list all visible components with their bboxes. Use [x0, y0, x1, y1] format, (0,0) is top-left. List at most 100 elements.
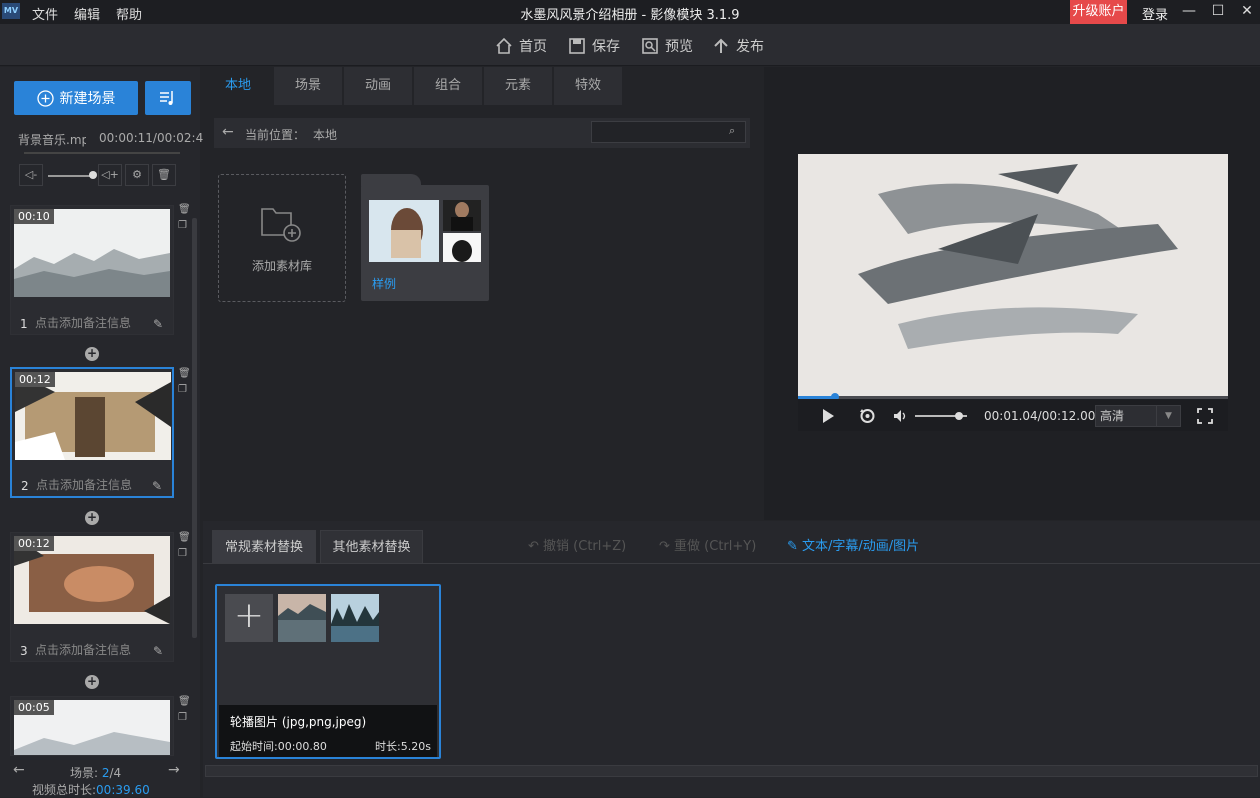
- insert-scene-button[interactable]: +: [85, 675, 99, 689]
- music-progress-bar[interactable]: [24, 152, 180, 154]
- insert-scene-button[interactable]: +: [85, 511, 99, 525]
- tab-regular-replace[interactable]: 常规素材替换: [212, 530, 316, 564]
- scene-card-3[interactable]: 00:12 3 点击添加备注信息 ✎: [10, 532, 174, 662]
- fullscreen-icon[interactable]: [1197, 408, 1213, 424]
- redo-label: 重做 (Ctrl+Y): [674, 539, 757, 554]
- tab-other-replace[interactable]: 其他素材替换: [320, 530, 423, 564]
- undo-button[interactable]: ↶ 撤销 (Ctrl+Z): [528, 535, 626, 554]
- scene-list-scrollbar[interactable]: [192, 218, 197, 638]
- horizontal-scrollbar[interactable]: [205, 765, 1258, 777]
- play-icon[interactable]: [821, 408, 835, 424]
- music-volume-knob[interactable]: [89, 171, 97, 179]
- insert-scene-button[interactable]: +: [85, 347, 99, 361]
- upgrade-account-button[interactable]: 升级账户: [1070, 0, 1127, 24]
- search-icon[interactable]: ⌕: [729, 124, 735, 138]
- publish-label: 发布: [736, 39, 764, 55]
- next-scene-arrow-icon[interactable]: →: [168, 762, 180, 778]
- player-volume-slider[interactable]: [915, 412, 967, 420]
- volume-down-icon: ◁-: [24, 168, 38, 181]
- add-image-button[interactable]: +: [225, 594, 273, 642]
- tab-elements[interactable]: 元素: [484, 67, 552, 105]
- new-scene-button[interactable]: 新建场景: [14, 81, 138, 115]
- total-duration-value: 00:39.60: [96, 783, 150, 797]
- edit-icon[interactable]: ✎: [153, 317, 163, 331]
- copy-scene-icon[interactable]: ❐: [178, 548, 188, 559]
- delete-scene-icon[interactable]: 🗑: [178, 532, 191, 543]
- volume-up-button[interactable]: ◁+: [98, 164, 122, 186]
- quality-select[interactable]: 高清 ▼: [1095, 405, 1181, 427]
- music-filename: 背景音乐.mp3: [18, 133, 86, 147]
- tab-effects[interactable]: 特效: [554, 67, 622, 105]
- scene-note-input[interactable]: 点击添加备注信息: [36, 476, 132, 493]
- video-time: 00:01.04/00:12.00: [984, 409, 1096, 423]
- tab-local[interactable]: 本地: [204, 67, 272, 105]
- edit-icon[interactable]: ✎: [152, 479, 162, 493]
- volume-icon[interactable]: [893, 409, 909, 423]
- login-link[interactable]: 登录: [1142, 4, 1168, 23]
- save-button[interactable]: 保存: [568, 36, 620, 56]
- divider: [203, 563, 1260, 564]
- volume-down-button[interactable]: ◁-: [19, 164, 43, 186]
- preview-button[interactable]: 预览: [641, 36, 693, 56]
- total-duration-label: 视频总时长:: [32, 783, 97, 797]
- copy-scene-icon[interactable]: ❐: [178, 384, 188, 395]
- slot-image-2[interactable]: [331, 594, 379, 642]
- path-value: 本地: [313, 128, 338, 142]
- asset-search-input[interactable]: [591, 121, 746, 143]
- text-tool-button[interactable]: ✎ 文本/字幕/动画/图片: [787, 535, 919, 554]
- gear-icon: ⚙: [132, 168, 142, 181]
- scene-counter-label: 场景:: [70, 766, 99, 780]
- copy-scene-icon[interactable]: ❐: [178, 712, 188, 723]
- preview-label: 预览: [665, 39, 693, 55]
- slot-title: 轮播图片 (jpg,png,jpeg): [230, 715, 367, 729]
- scene-card-2[interactable]: 00:12 2 点击添加备注信息 ✎: [10, 367, 174, 498]
- undo-label: 撤销 (Ctrl+Z): [543, 539, 627, 554]
- music-delete-button[interactable]: 🗑: [152, 164, 176, 186]
- scene-number: 1: [20, 317, 28, 331]
- text-tool-label: 文本/字幕/动画/图片: [802, 539, 920, 554]
- publish-button[interactable]: 发布: [712, 36, 764, 56]
- tab-combo[interactable]: 组合: [414, 67, 482, 105]
- close-button[interactable]: ✕: [1232, 0, 1260, 24]
- scene-duration: 00:10: [14, 209, 54, 224]
- folder-thumbnail: [369, 200, 439, 262]
- music-settings-gear[interactable]: ⚙: [125, 164, 149, 186]
- scene-note-input[interactable]: 点击添加备注信息: [35, 314, 131, 331]
- slot-duration: 时长:5.20s: [375, 740, 431, 753]
- scene-duration: 00:12: [14, 536, 54, 551]
- add-library-label: 添加素材库: [251, 259, 312, 273]
- music-settings-button[interactable]: [145, 81, 191, 115]
- prev-scene-arrow-icon[interactable]: ←: [13, 762, 25, 778]
- delete-scene-icon[interactable]: 🗑: [178, 696, 191, 707]
- main-toolbar: [0, 24, 1260, 66]
- tab-animation[interactable]: 动画: [344, 67, 412, 105]
- redo-button[interactable]: ↷ 重做 (Ctrl+Y): [659, 535, 756, 554]
- upload-icon: [714, 38, 728, 53]
- scene-card-4[interactable]: 00:05: [10, 696, 174, 756]
- minimize-button[interactable]: —: [1174, 0, 1204, 24]
- copy-scene-icon[interactable]: ❐: [178, 220, 188, 231]
- video-preview[interactable]: [798, 154, 1228, 396]
- music-volume-slider[interactable]: [48, 175, 94, 177]
- pencil-icon: ✎: [787, 539, 798, 554]
- path-label: 当前位置：: [245, 128, 306, 142]
- maximize-button[interactable]: ☐: [1203, 0, 1233, 24]
- folder-thumbnail: [443, 233, 481, 262]
- back-arrow-icon[interactable]: ←: [222, 124, 234, 140]
- chevron-down-icon: ▼: [1156, 406, 1180, 426]
- scene-note-input[interactable]: 点击添加备注信息: [35, 641, 131, 658]
- scene-duration: 00:12: [15, 372, 55, 387]
- delete-scene-icon[interactable]: 🗑: [178, 368, 191, 379]
- delete-scene-icon[interactable]: 🗑: [178, 204, 191, 215]
- scene-card-1[interactable]: 00:10 1 点击添加备注信息 ✎: [10, 205, 174, 335]
- scene-number: 2: [21, 479, 29, 493]
- slot-image-1[interactable]: [278, 594, 326, 642]
- tab-scene[interactable]: 场景: [274, 67, 342, 105]
- edit-icon[interactable]: ✎: [153, 644, 163, 658]
- home-button[interactable]: 首页: [495, 36, 547, 56]
- quality-value: 高清: [1100, 409, 1125, 423]
- replay-icon[interactable]: [859, 408, 876, 424]
- folder-thumbnail: [443, 200, 481, 231]
- home-icon: [496, 37, 512, 54]
- add-folder-icon: [261, 208, 301, 242]
